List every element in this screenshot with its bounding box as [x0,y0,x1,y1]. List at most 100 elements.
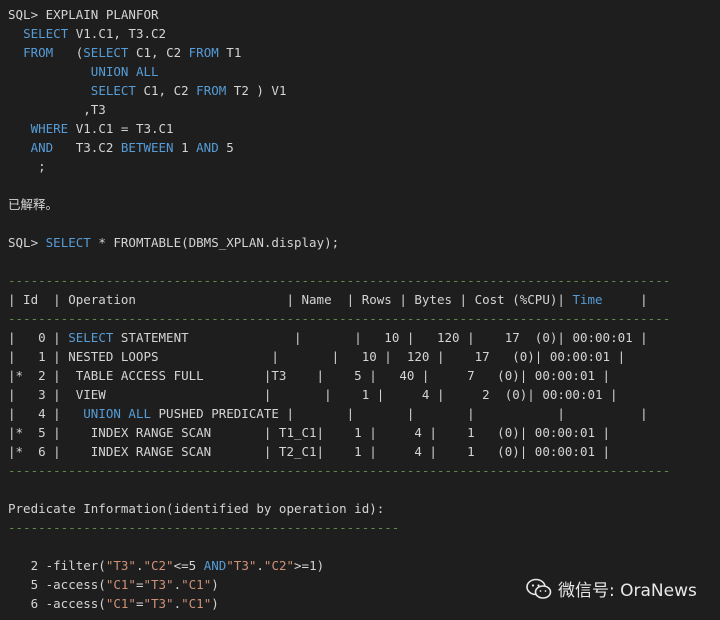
line-segment: "C1" [181,596,212,611]
line-segment: ----------------------------------------… [8,273,671,288]
line-segment: . [173,577,182,592]
terminal-line: 2 -filter("T3"."C2"<=5 AND"T3"."C2">=1) [8,556,325,575]
line-segment: AND [203,558,227,573]
terminal-line: 6 -access("C1"="T3"."C1") [8,594,219,613]
line-segment: SELECT [68,330,114,345]
line-segment: SELECT [45,235,91,250]
line-segment: C1, C2 [128,45,189,60]
line-segment: . [173,596,182,611]
line-segment: T2 ) V1 [226,83,287,98]
line-segment: |* 5 | INDEX RANGE SCAN | T1_C1| 1 | 4 |… [8,425,611,440]
terminal-line: SELECT V1.C1, T3.C2 [8,24,166,43]
line-segment: * FROMTABLE(DBMS_XPLAN.display); [90,235,340,250]
line-segment: | [602,292,648,307]
line-segment: "T3" [143,596,174,611]
line-segment: UNION ALL [90,64,159,79]
line-segment: SELECT [23,26,69,41]
line-segment: "T3" [105,558,136,573]
terminal-line: ----------------------------------------… [8,461,670,480]
line-segment: "C1" [105,596,136,611]
terminal-line: | 4 | UNION ALL PUSHED PREDICATE | | | |… [8,404,648,423]
line-segment: ) [211,596,219,611]
line-segment: ----------------------------------------… [8,311,671,326]
line-segment: C1, C2 [135,83,197,98]
line-segment: | 4 | [8,406,84,421]
line-segment: SQL> EXPLAIN PLANFOR [8,7,159,22]
line-segment: SQL> [8,235,46,250]
line-segment: >=1) [294,558,325,573]
terminal-line: |* 6 | INDEX RANGE SCAN | T2_C1| 1 | 4 |… [8,442,610,461]
wechat-icon [526,578,552,599]
line-segment: T3.C2 [53,140,121,155]
line-segment: STATEMENT | | 10 | 120 | 17 (0)| 00:00:0… [113,330,648,345]
line-segment: 5 [218,140,234,155]
terminal-line: SQL> SELECT * FROMTABLE(DBMS_XPLAN.displ… [8,233,339,252]
line-segment: ) [211,577,219,592]
line-segment: | 1 | NESTED LOOPS | | 10 | 120 | 17 (0)… [8,349,626,364]
terminal-line: ----------------------------------------… [8,309,670,328]
terminal-line: ,T3 [8,100,106,119]
line-segment: 1 [173,140,197,155]
terminal-line: SQL> EXPLAIN PLANFOR [8,5,159,24]
terminal-line: SELECT C1, C2 FROM T2 ) V1 [8,81,287,100]
line-segment: SELECT [83,45,129,60]
watermark-text: 微信号: OraNews [558,581,697,601]
terminal-line: | 1 | NESTED LOOPS | | 10 | 120 | 17 (0)… [8,347,625,366]
line-segment [8,26,23,41]
line-segment: UNION ALL [83,406,151,421]
line-segment [8,64,91,79]
terminal-line: | Id | Operation | Name | Rows | Bytes |… [8,290,648,309]
line-segment [8,121,31,136]
line-segment: "C2" [143,558,174,573]
terminal-line: | 3 | VIEW | | 1 | 4 | 2 (0)| 00:00:01 | [8,385,618,404]
line-segment: | Id | Operation | Name | Rows | Bytes |… [8,292,573,307]
line-segment: ----------------------------------------… [8,520,400,535]
line-segment: |* 2 | TABLE ACCESS FULL |T3 | 5 | 40 | … [8,368,611,383]
terminal-line: 5 -access("C1"="T3"."C1") [8,575,219,594]
terminal-line: |* 5 | INDEX RANGE SCAN | T1_C1| 1 | 4 |… [8,423,610,442]
line-segment: 6 -access( [8,596,106,611]
line-segment: T1 [218,45,242,60]
line-segment: ,T3 [8,102,106,117]
terminal-line: ----------------------------------------… [8,271,670,290]
line-segment: FROM [188,45,219,60]
line-segment: 2 -filter( [8,558,106,573]
line-segment: SELECT [90,83,136,98]
line-segment: V1.C1, T3.C2 [68,26,167,41]
line-segment: "T3" [226,558,257,573]
line-segment: | 3 | VIEW | | 1 | 4 | 2 (0)| 00:00:01 | [8,387,618,402]
terminal-line: |* 2 | TABLE ACCESS FULL |T3 | 5 | 40 | … [8,366,610,385]
terminal-line: | 0 | SELECT STATEMENT | | 10 | 120 | 17… [8,328,648,347]
terminal-line: 已解释。 [8,195,58,214]
terminal-line: AND T3.C2 BETWEEN 1 AND 5 [8,138,234,157]
terminal-line: ; [8,157,46,176]
line-segment: 5 -access( [8,577,106,592]
line-segment: 已解释。 [8,197,59,212]
line-segment: FROM [196,83,227,98]
terminal-line: WHERE V1.C1 = T3.C1 [8,119,174,138]
terminal-output: SQL> EXPLAIN PLANFOR SELECT V1.C1, T3.C2… [0,0,720,620]
line-segment [8,45,23,60]
line-segment: "C1" [105,577,136,592]
line-segment: V1.C1 = T3.C1 [68,121,174,136]
line-segment [8,83,91,98]
line-segment: |* 6 | INDEX RANGE SCAN | T2_C1| 1 | 4 |… [8,444,611,459]
line-segment: FROM [23,45,54,60]
line-segment: AND [30,140,54,155]
terminal-line: ----------------------------------------… [8,518,399,537]
line-segment: Time [572,292,603,307]
line-segment: AND [196,140,219,155]
line-segment: "C2" [263,558,295,573]
terminal-line: Predicate Information(identified by oper… [8,499,384,518]
line-segment: ; [8,159,46,174]
terminal-line: FROM (SELECT C1, C2 FROM T1 [8,43,241,62]
watermark: 微信号: OraNews [526,576,697,601]
line-segment: <=5 [173,558,204,573]
line-segment: ----------------------------------------… [8,463,671,478]
line-segment: WHERE [30,121,69,136]
line-segment: ( [53,45,84,60]
line-segment: PUSHED PREDICATE | | | | | | [151,406,648,421]
line-segment: BETWEEN [120,140,174,155]
line-segment [8,140,31,155]
line-segment: Predicate Information(identified by oper… [8,501,385,516]
